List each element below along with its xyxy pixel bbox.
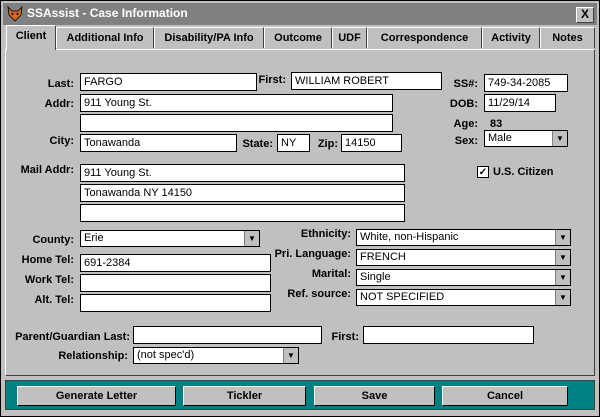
tab-disability-pa-info[interactable]: Disability/PA Info (154, 27, 264, 48)
state-label: State: (242, 138, 273, 150)
guardian-last-label: Parent/Guardian Last: (15, 331, 130, 343)
window-title: SSAssist - Case Information (27, 6, 188, 20)
dob-label: DOB: (449, 98, 478, 110)
title-bar[interactable]: SSAssist - Case Information X (3, 3, 597, 25)
zip-field[interactable]: 14150 (341, 134, 402, 152)
city-label: City: (49, 135, 74, 147)
save-button[interactable]: Save (314, 386, 435, 406)
age-value: 83 (490, 118, 503, 130)
dob-field[interactable]: 11/29/14 (484, 94, 556, 112)
sex-selected: Male (488, 132, 512, 144)
tab-client[interactable]: Client (6, 25, 56, 50)
address-line2-field[interactable] (80, 114, 393, 132)
alt-tel-field[interactable] (80, 294, 271, 312)
mail-address-line3-field[interactable] (80, 204, 405, 222)
home-tel-field[interactable]: 691-2384 (80, 254, 271, 272)
county-selected: Erie (84, 232, 104, 244)
tab-notes[interactable]: Notes (540, 27, 595, 48)
tab-additional-info[interactable]: Additional Info (56, 27, 154, 48)
age-label: Age: (453, 118, 478, 130)
last-name-label: Last: (47, 78, 74, 90)
mail-address-line1-field[interactable]: 911 Young St. (80, 164, 405, 182)
mail-address-line2-field[interactable]: Tonawanda NY 14150 (80, 184, 405, 202)
county-label: County: (32, 234, 74, 246)
alt-tel-label: Alt. Tel: (34, 294, 74, 306)
chevron-down-icon[interactable]: ▼ (555, 270, 570, 285)
guardian-first-field[interactable] (363, 326, 534, 344)
ssn-label: SS#: (453, 78, 478, 90)
language-selected: FRENCH (360, 251, 406, 263)
address-line1-field[interactable]: 911 Young St. (80, 94, 393, 112)
ethnicity-label: Ethnicity: (300, 228, 351, 240)
referral-source-selected: NOT SPECIFIED (360, 291, 445, 303)
tickler-button[interactable]: Tickler (183, 386, 306, 406)
state-field[interactable]: NY (277, 134, 310, 152)
primary-language-label: Pri. Language: (274, 248, 351, 260)
zip-label: Zip: (317, 138, 338, 150)
generate-letter-button[interactable]: Generate Letter (17, 386, 176, 406)
chevron-down-icon[interactable]: ▼ (283, 348, 298, 363)
sex-label: Sex: (454, 135, 478, 147)
referral-source-label: Ref. source: (287, 288, 351, 300)
tab-udf[interactable]: UDF (332, 27, 367, 48)
chevron-down-icon[interactable]: ▼ (555, 290, 570, 305)
ssn-field[interactable]: 749-34-2085 (484, 74, 568, 92)
marital-label: Marital: (311, 268, 351, 280)
relationship-dropdown[interactable]: (not spec'd) ▼ (133, 347, 299, 364)
chevron-down-icon[interactable]: ▼ (555, 250, 570, 265)
first-name-field[interactable]: WILLIAM ROBERT (291, 72, 442, 90)
address-label: Addr: (44, 98, 74, 110)
county-dropdown[interactable]: Erie ▼ (80, 230, 260, 247)
ethnicity-selected: White, non-Hispanic (360, 231, 459, 243)
case-information-window: SSAssist - Case Information X Client Add… (0, 0, 600, 417)
chevron-down-icon[interactable]: ▼ (244, 231, 259, 246)
tab-correspondence[interactable]: Correspondence (367, 27, 482, 48)
tab-activity[interactable]: Activity (482, 27, 540, 48)
language-dropdown[interactable]: FRENCH ▼ (356, 249, 571, 266)
us-citizen-checkbox[interactable]: ✓ (477, 166, 489, 178)
chevron-down-icon[interactable]: ▼ (552, 131, 567, 146)
mail-address-label: Mail Addr: (20, 164, 74, 176)
marital-selected: Single (360, 271, 391, 283)
sex-dropdown[interactable]: Male ▼ (484, 130, 568, 147)
work-tel-field[interactable] (80, 274, 271, 292)
relationship-selected: (not spec'd) (137, 349, 195, 361)
relationship-label: Relationship: (58, 350, 128, 362)
city-field[interactable]: Tonawanda (80, 134, 237, 152)
close-button[interactable]: X (576, 7, 594, 23)
guardian-last-field[interactable] (133, 326, 322, 344)
cancel-button[interactable]: Cancel (442, 386, 568, 406)
home-tel-label: Home Tel: (21, 254, 74, 266)
fox-app-icon (7, 6, 23, 22)
last-name-field[interactable]: FARGO (80, 73, 257, 91)
chevron-down-icon[interactable]: ▼ (555, 230, 570, 245)
marital-dropdown[interactable]: Single ▼ (356, 269, 571, 286)
guardian-first-label: First: (331, 331, 360, 343)
us-citizen-label: U.S. Citizen (493, 166, 554, 178)
ethnicity-dropdown[interactable]: White, non-Hispanic ▼ (356, 229, 571, 246)
referral-source-dropdown[interactable]: NOT SPECIFIED ▼ (356, 289, 571, 306)
tab-outcome[interactable]: Outcome (264, 27, 332, 48)
work-tel-label: Work Tel: (24, 274, 74, 286)
first-name-label: First: (258, 74, 287, 86)
